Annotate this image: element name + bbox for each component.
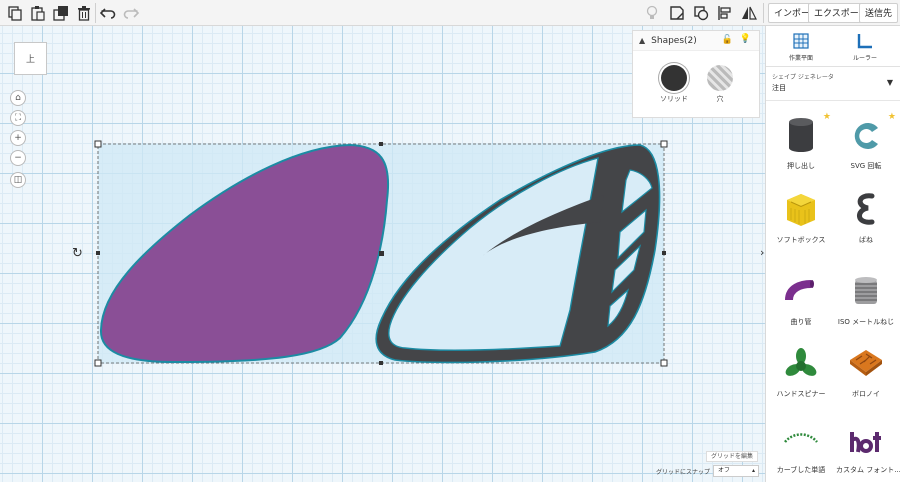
solid-label: ソリッド [660, 95, 688, 103]
shape-item-svg-revolve[interactable]: ★ SVG 回転 [836, 112, 896, 180]
soft-box-icon [787, 194, 815, 226]
ruler-label: ルーラー [852, 55, 877, 62]
align-icon[interactable] [716, 4, 734, 22]
sidebar-divider [766, 100, 900, 101]
shape-label: ボロノイ [852, 390, 880, 398]
shape-label: SVG 回転 [850, 162, 882, 170]
copy-icon[interactable] [6, 4, 24, 22]
svg-revolve-icon [854, 123, 878, 149]
snap-grid-value: オフ [718, 467, 731, 474]
right-sidebar: 作業平面 ルーラー シェイプ ジェネレータ 注目 ▼ ★ 押し出し ★ SVG … [765, 26, 900, 482]
collapse-sidebar-icon[interactable]: › [760, 246, 764, 259]
library-caption: シェイプ ジェネレータ [772, 74, 834, 81]
shape-label: 押し出し [787, 162, 815, 170]
workplane-tool[interactable]: 作業平面 [776, 32, 826, 62]
shape-label: カーブした単語 [776, 466, 826, 474]
paste-icon[interactable] [29, 4, 47, 22]
undo-icon[interactable] [99, 4, 117, 22]
shape-item-iso-metric-thread[interactable]: ISO メートルねじ [836, 270, 896, 336]
chevron-down-icon: ▼ [886, 78, 893, 87]
library-value: 注目 [772, 84, 786, 92]
shape-label: ISO メートルねじ [837, 318, 895, 326]
workplane-label: 作業平面 [788, 55, 813, 62]
shape-library-select[interactable]: シェイプ ジェネレータ 注目 ▼ [772, 70, 895, 96]
shape-item-extrusion[interactable]: ★ 押し出し [771, 112, 831, 180]
toolbar-divider [95, 3, 96, 23]
collapse-caret-icon[interactable]: ▲ [639, 36, 645, 45]
toolbar-divider [763, 3, 764, 23]
redo-icon[interactable] [122, 4, 140, 22]
hole-label: 穴 [716, 95, 724, 103]
duplicate-icon[interactable] [52, 4, 70, 22]
spring-icon [857, 193, 875, 225]
inspector-title: Shapes(2) [651, 35, 697, 46]
shape-item-custom-font[interactable]: カスタム フォント... [836, 418, 900, 482]
ruler-tool[interactable]: ルーラー [840, 32, 890, 62]
star-icon: ★ [822, 112, 831, 122]
sidebar-divider [766, 66, 900, 67]
shape-item-curved-word[interactable]: カーブした単語 [771, 418, 831, 482]
chevron-down-icon: ▴ [751, 467, 755, 474]
visibility-bulb-icon[interactable]: 💡 [740, 34, 751, 44]
shape-label: ハンドスピナー [776, 390, 826, 398]
ruler-icon [857, 34, 872, 49]
bent-pipe-icon [785, 280, 814, 301]
solid-swatch[interactable] [661, 65, 687, 91]
inspector-header: ▲ Shapes(2) 🔓 💡 [633, 31, 759, 51]
shape-item-soft-box[interactable]: ソフトボックス [771, 188, 831, 254]
shape-label: ばね [859, 236, 873, 244]
send-to-button[interactable]: 送信先 [859, 3, 899, 23]
light-bulb-icon[interactable] [643, 4, 661, 22]
star-icon: ★ [887, 112, 896, 122]
delete-icon[interactable] [75, 4, 93, 22]
shape-inspector: ▲ Shapes(2) 🔓 💡 ソリッド 穴 [632, 30, 760, 118]
shape-label: カスタム フォント... [836, 466, 900, 474]
hole-swatch[interactable] [707, 65, 733, 91]
snap-grid-label: グリッドにスナップ [656, 469, 711, 476]
custom-font-icon [850, 432, 881, 453]
note-icon[interactable] [668, 4, 686, 22]
workplane-icon [793, 33, 809, 49]
top-toolbar: インポート エクスポート 送信先 [0, 0, 900, 26]
mirror-icon[interactable] [740, 4, 758, 22]
shape-item-bent-pipe[interactable]: 曲り管 [771, 270, 831, 336]
shape-label: 曲り管 [790, 318, 812, 326]
shape-item-hand-spinner[interactable]: ハンドスピナー [771, 342, 831, 408]
extrusion-icon [789, 118, 813, 152]
workplane-shape-icon[interactable] [692, 4, 710, 22]
voronoi-icon [850, 350, 882, 376]
hand-spinner-icon [785, 348, 817, 376]
shape-label: ソフトボックス [776, 236, 826, 244]
edit-grid-button[interactable]: グリッドを編集 [706, 451, 758, 462]
shape-item-voronoi[interactable]: ボロノイ [836, 342, 896, 408]
curved-word-icon [784, 433, 818, 443]
snap-grid-select[interactable]: オフ ▴ [713, 465, 759, 477]
shape-item-spring[interactable]: ばね [836, 188, 896, 254]
iso-metric-thread-icon [855, 277, 877, 304]
rotate-icon[interactable]: ↻ [72, 246, 83, 261]
lock-icon[interactable]: 🔓 [722, 35, 733, 45]
